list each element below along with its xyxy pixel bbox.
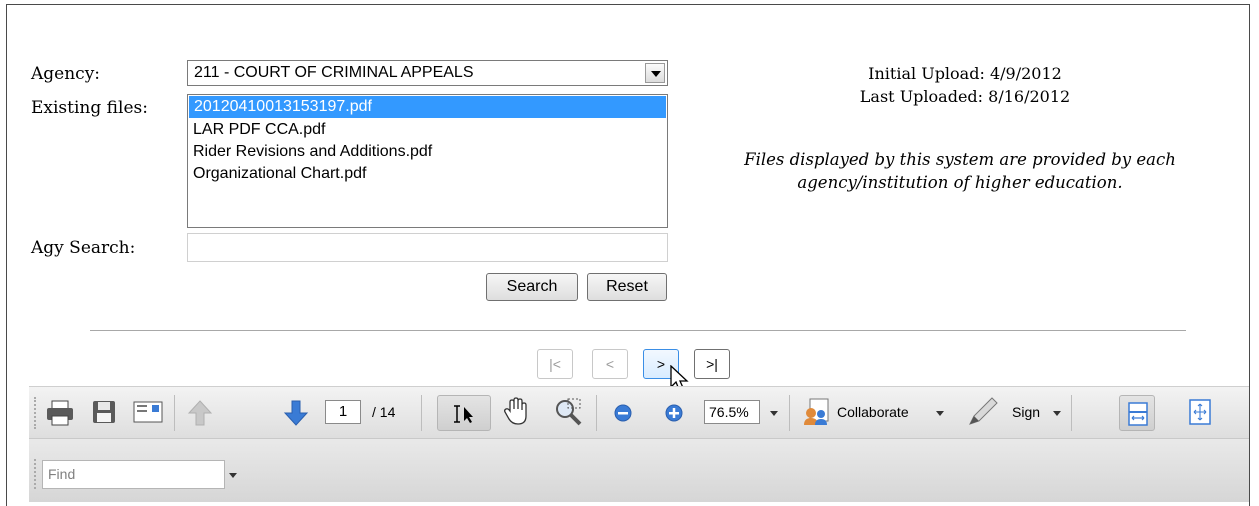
chevron-down-icon[interactable]: [229, 473, 237, 478]
first-page-button[interactable]: |<: [537, 349, 573, 379]
hand-icon[interactable]: [503, 397, 529, 427]
existing-files-list[interactable]: 20120410013153197.pdf LAR PDF CCA.pdf Ri…: [187, 94, 668, 228]
marquee-zoom-icon[interactable]: [553, 397, 583, 427]
file-option[interactable]: Organizational Chart.pdf: [188, 163, 667, 185]
toolbar-separator: [789, 395, 790, 431]
last-uploaded-label: Last Uploaded:: [859, 87, 984, 106]
collaborate-button[interactable]: Collaborate: [837, 404, 909, 420]
reset-button[interactable]: Reset: [587, 273, 667, 301]
total-pages: / 14: [372, 404, 396, 420]
save-icon[interactable]: [91, 399, 117, 425]
zoom-level-input[interactable]: 76.5%: [704, 400, 760, 424]
existing-files-label: Existing files:: [31, 98, 148, 118]
page-number-input[interactable]: 1: [325, 400, 361, 424]
agency-select-value: 211 - COURT OF CRIMINAL APPEALS: [194, 64, 474, 81]
select-tool-button[interactable]: [437, 395, 491, 431]
toolbar-grip: [34, 459, 38, 489]
file-option[interactable]: LAR PDF CCA.pdf: [188, 119, 667, 141]
divider: [90, 330, 1186, 331]
print-icon[interactable]: [45, 399, 75, 427]
sign-button[interactable]: Sign: [1012, 404, 1040, 420]
fit-page-icon[interactable]: [1189, 399, 1211, 425]
prev-page-button[interactable]: <: [592, 349, 628, 379]
arrow-down-icon[interactable]: [283, 399, 309, 427]
email-icon[interactable]: [133, 401, 163, 423]
last-page-button[interactable]: >|: [694, 349, 730, 379]
zoom-in-icon[interactable]: [664, 403, 684, 423]
agy-search-input[interactable]: [187, 233, 668, 262]
pen-icon[interactable]: [966, 396, 1000, 428]
find-input[interactable]: Find: [42, 460, 225, 489]
collaborate-icon[interactable]: [802, 397, 832, 427]
toolbar-separator: [174, 395, 175, 431]
initial-upload-line: Initial Upload: 4/9/2012: [700, 64, 1230, 83]
agency-label: Agency:: [31, 64, 101, 84]
pdf-toolbar: 1 / 14 76.5% Collaborate Sign: [29, 386, 1249, 438]
fit-width-button[interactable]: [1119, 395, 1155, 431]
last-uploaded-line: Last Uploaded: 8/16/2012: [700, 87, 1230, 106]
chevron-down-icon[interactable]: [936, 411, 944, 416]
chevron-down-icon[interactable]: [1053, 411, 1061, 416]
file-option[interactable]: 20120410013153197.pdf: [189, 96, 666, 118]
disclaimer-line: Files displayed by this system are provi…: [744, 150, 1176, 169]
disclaimer-line: agency/institution of higher education.: [797, 173, 1123, 192]
chevron-down-icon[interactable]: [770, 411, 778, 416]
file-option[interactable]: Rider Revisions and Additions.pdf: [188, 141, 667, 163]
text-select-icon: [454, 405, 473, 423]
toolbar-separator: [421, 395, 422, 431]
zoom-out-icon[interactable]: [613, 403, 633, 423]
find-bar: Find: [29, 438, 1249, 502]
toolbar-grip: [34, 397, 38, 429]
last-uploaded-date: 8/16/2012: [988, 87, 1071, 106]
chevron-down-icon[interactable]: [645, 63, 665, 83]
search-button[interactable]: Search: [486, 273, 578, 301]
agy-search-label: Agy Search:: [31, 238, 136, 258]
initial-upload-label: Initial Upload:: [868, 64, 985, 83]
arrow-up-icon[interactable]: [187, 399, 213, 427]
toolbar-separator: [1071, 395, 1072, 431]
initial-upload-date: 4/9/2012: [989, 64, 1062, 83]
fit-width-icon: [1128, 402, 1148, 426]
disclaimer: Files displayed by this system are provi…: [690, 148, 1230, 194]
toolbar-separator: [596, 395, 597, 431]
agency-select[interactable]: 211 - COURT OF CRIMINAL APPEALS: [187, 60, 668, 86]
